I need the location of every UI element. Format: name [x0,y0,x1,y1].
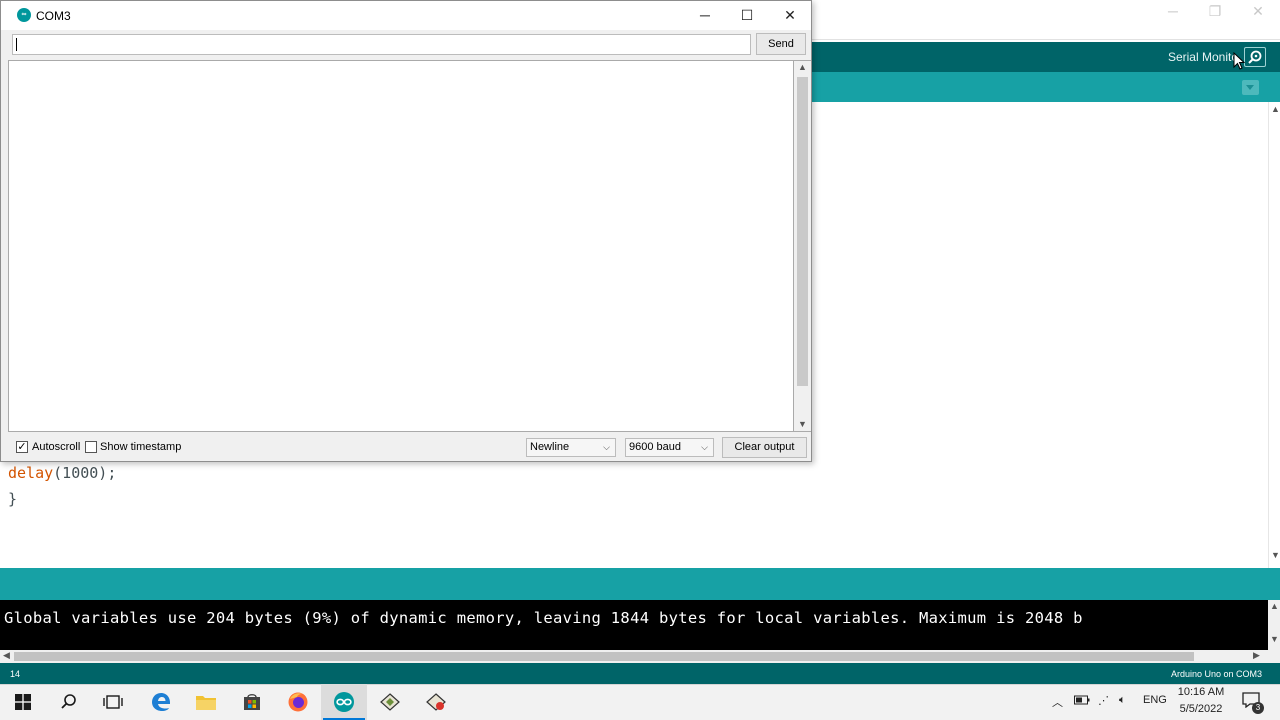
clear-output-button[interactable]: Clear output [722,437,807,458]
serial-monitor-label: Serial Monito [1167,50,1238,64]
app-icon-1 [380,693,400,711]
console-message: Global variables use 204 bytes (9%) of d… [4,609,1083,627]
windows-start-icon [15,694,31,710]
console-vertical-scrollbar[interactable]: ▲ ▼ [1268,600,1280,650]
clock-time[interactable]: 10:16 AM [1170,686,1232,698]
store-icon [244,694,260,710]
editor-scrollbar[interactable]: ▲ ▼ [1268,102,1280,568]
output-scroll-thumb[interactable] [797,77,808,386]
line-number: 14 [10,669,21,679]
minimize-button[interactable]: ─ [685,3,725,27]
code-text: (1000); [53,464,117,482]
arduino-icon: ∞ [17,8,31,22]
firefox-icon [288,692,308,712]
scroll-up-icon[interactable]: ▲ [1270,601,1279,611]
serial-monitor-window: ∞ COM3 ─ ☐ ✕ Send ▲ ▼ ✓ Autoscroll Show … [0,0,812,462]
maximize-button[interactable]: ☐ [727,3,767,27]
edge-icon [152,693,171,711]
taskbar-search-button[interactable] [46,684,92,720]
ide-footer: 14 Arduino Uno on COM3 [0,663,1280,684]
file-explorer-icon [196,696,216,710]
chevron-down-icon: ⌵ [701,442,708,452]
serial-output-area[interactable] [8,60,794,432]
battery-icon[interactable] [1074,695,1090,708]
scroll-left-icon[interactable]: ◀ [3,650,10,661]
output-console: Global variables use 204 bytes (9%) of d… [0,600,1280,650]
close-button[interactable]: ✕ [770,3,810,27]
ide-restore-button[interactable]: ❐ [1203,4,1227,18]
scroll-right-icon[interactable]: ▶ [1253,650,1260,661]
show-hidden-icons-chevron-icon[interactable]: ︿ [1052,694,1063,710]
language-indicator[interactable]: ENG [1143,694,1167,706]
line-ending-select[interactable]: Newline ⌵ [526,438,616,457]
show-timestamp-checkbox[interactable] [85,441,97,453]
firefox-taskbar-button[interactable] [275,684,321,720]
baud-rate-value: 9600 baud [629,441,681,453]
chevron-down-icon: ⌵ [603,442,610,452]
task-view-button[interactable] [90,684,136,720]
store-taskbar-button[interactable] [229,684,275,720]
arduino-icon [334,692,354,712]
scroll-up-icon[interactable]: ▲ [1271,104,1280,114]
line-ending-value: Newline [530,441,570,453]
baud-rate-select[interactable]: 9600 baud ⌵ [625,438,714,457]
window-title: COM3 [36,9,71,23]
serial-send-input[interactable] [12,34,751,55]
scroll-down-icon[interactable]: ▼ [798,419,807,429]
magnifier-icon [1248,50,1262,64]
mouse-cursor-icon [1233,51,1246,75]
show-timestamp-label: Show timestamp [100,441,182,453]
app-icon-2 [426,693,446,711]
app-taskbar-button-1[interactable] [367,684,413,720]
task-view-icon [103,695,123,709]
app-taskbar-button-2[interactable] [413,684,459,720]
code-line: } [8,490,18,508]
clock-date[interactable]: 5/5/2022 [1170,703,1232,715]
serial-monitor-button[interactable] [1244,47,1266,67]
volume-icon[interactable]: 🔈︎ [1119,694,1126,707]
board-port-status: Arduino Uno on COM3 [1170,669,1262,679]
start-button[interactable] [0,684,46,720]
autoscroll-label: Autoscroll [32,441,81,453]
tab-menu-button[interactable] [1242,80,1259,95]
text-caret [16,38,17,51]
code-line: delay(1000); [8,464,116,482]
file-explorer-taskbar-button[interactable] [183,684,229,720]
network-icon[interactable]: ⋰ [1098,694,1109,707]
arduino-taskbar-button[interactable] [321,684,367,720]
ide-close-button[interactable]: ✕ [1246,4,1270,18]
ide-minimize-button[interactable]: ─ [1161,4,1185,18]
notification-count-badge: 3 [1252,702,1264,714]
search-icon [61,694,76,709]
scroll-down-icon[interactable]: ▼ [1270,634,1279,644]
edge-taskbar-button[interactable] [138,684,184,720]
code-keyword: delay [8,464,54,482]
scroll-up-icon[interactable]: ▲ [798,62,807,72]
autoscroll-checkbox[interactable]: ✓ [16,441,28,453]
console-scroll-thumb[interactable] [14,652,1194,661]
ide-status-bar [0,568,1280,600]
scroll-down-icon[interactable]: ▼ [1271,550,1280,560]
send-button[interactable]: Send [756,33,806,55]
